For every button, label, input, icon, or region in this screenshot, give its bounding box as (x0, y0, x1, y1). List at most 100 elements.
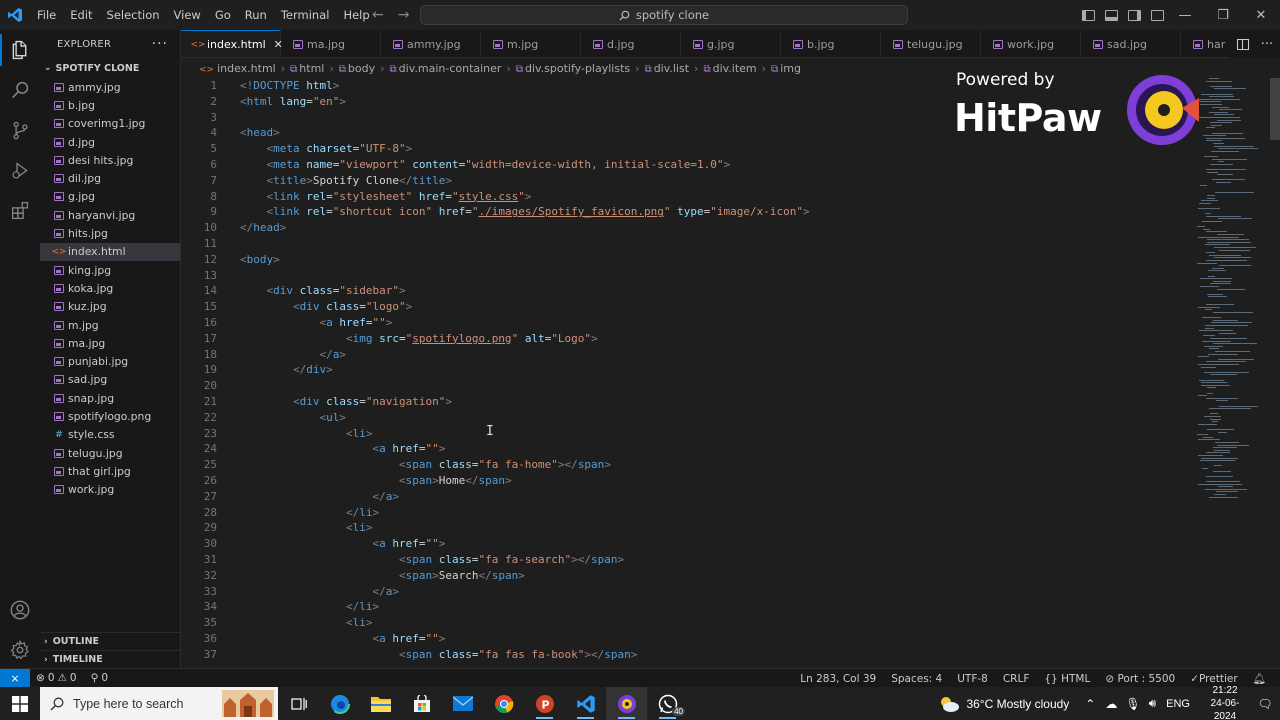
file-item[interactable]: work.jpg (40, 481, 180, 499)
live-server-port[interactable]: ⊘ Port : 5500 (1105, 673, 1175, 685)
file-item[interactable]: coverimg1.jpg (40, 115, 180, 133)
toggle-secondary-sidebar-icon[interactable] (1128, 9, 1141, 21)
breadcrumb-item[interactable]: ⧉ html (290, 62, 324, 75)
taskbar-search-input[interactable]: Type here to search (40, 687, 278, 720)
file-item[interactable]: sad.jpg (40, 371, 180, 389)
file-item[interactable]: d.jpg (40, 133, 180, 151)
menu-edit[interactable]: Edit (63, 0, 99, 30)
explorer-icon[interactable] (0, 30, 40, 70)
line-ending[interactable]: CRLF (1003, 673, 1030, 685)
close-window-icon[interactable]: ✕ (1242, 0, 1280, 30)
weather-widget[interactable]: 36°C Mostly cloudy (938, 695, 1069, 713)
split-editor-icon[interactable] (1236, 38, 1249, 50)
file-item[interactable]: # style.css (40, 426, 180, 444)
file-item[interactable]: ma.jpg (40, 334, 180, 352)
editor-scrollbar[interactable] (1268, 78, 1280, 668)
minimize-icon[interactable]: — (1166, 0, 1204, 30)
editor-tab[interactable]: ammy.jpg (381, 30, 481, 57)
mail-icon[interactable] (442, 687, 483, 720)
timeline-section[interactable]: › TIMELINE (40, 650, 181, 668)
whatsapp-icon[interactable]: 40 (647, 687, 688, 720)
editor-tab[interactable]: m.jpg (481, 30, 581, 57)
editor-tab[interactable]: b.jpg (781, 30, 881, 57)
run-debug-icon[interactable] (0, 150, 40, 190)
search-icon[interactable] (0, 70, 40, 110)
breadcrumb-item[interactable]: ⧉ body (339, 62, 375, 75)
back-arrow-icon[interactable]: ← (372, 7, 384, 23)
folder-root[interactable]: ⌄ SPOTIFY CLONE (40, 58, 180, 78)
file-explorer-icon[interactable] (360, 687, 401, 720)
file-item[interactable]: b.jpg (40, 96, 180, 114)
account-icon[interactable] (0, 590, 40, 630)
file-item[interactable]: hits.jpg (40, 224, 180, 242)
editor-tab[interactable]: work.jpg (981, 30, 1081, 57)
file-item[interactable]: dil.jpg (40, 169, 180, 187)
more-actions-icon[interactable]: ··· (152, 36, 168, 52)
show-hidden-icons-icon[interactable]: ⌃ (1085, 697, 1095, 711)
file-item[interactable]: spotifylogo.png (40, 407, 180, 425)
prettier-status[interactable]: ✓Prettier (1190, 673, 1237, 685)
file-item[interactable]: g.jpg (40, 188, 180, 206)
file-item[interactable]: snap.jpg (40, 389, 180, 407)
file-item[interactable]: <> index.html (40, 242, 180, 261)
scrollbar-thumb[interactable] (1270, 78, 1280, 140)
language-indicator[interactable]: ENG (1166, 698, 1190, 710)
editor-tab[interactable]: g.jpg (681, 30, 781, 57)
toggle-panel-icon[interactable] (1105, 9, 1118, 21)
breadcrumb-item[interactable]: ⧉ img (771, 62, 801, 75)
problems-status[interactable]: ⊗ 0 ⚠ 0 (36, 672, 77, 684)
editor-tab[interactable]: telugu.jpg (881, 30, 981, 57)
source-control-icon[interactable] (0, 110, 40, 150)
file-item[interactable]: haryanvi.jpg (40, 206, 180, 224)
menu-selection[interactable]: Selection (100, 0, 167, 30)
clock[interactable]: 21:22 24-06-2024 (1200, 684, 1250, 720)
file-item[interactable]: telugu.jpg (40, 444, 180, 462)
hitpaw-taskbar-icon[interactable] (606, 687, 647, 720)
notifications-icon[interactable]: 🗨︎ (1250, 697, 1280, 711)
remote-indicator-icon[interactable]: ⨯ (0, 668, 30, 688)
file-item[interactable]: that girl.jpg (40, 462, 180, 480)
file-item[interactable]: king.jpg (40, 261, 180, 279)
vscode-taskbar-icon[interactable] (565, 687, 606, 720)
menu-go[interactable]: Go (208, 0, 238, 30)
chrome-icon[interactable] (483, 687, 524, 720)
more-actions-icon[interactable]: ··· (1261, 37, 1273, 52)
vscode-logo-icon[interactable] (0, 0, 30, 30)
windows-start-icon[interactable] (0, 687, 40, 720)
notifications-bell-icon[interactable]: 🔔︎ (1253, 672, 1266, 685)
menu-terminal[interactable]: Terminal (274, 0, 337, 30)
powerpoint-icon[interactable]: P (524, 687, 565, 720)
volume-icon[interactable]: 🔊︎ (1149, 696, 1157, 711)
editor-tab[interactable]: d.jpg (581, 30, 681, 57)
command-center-search[interactable]: spotify clone (420, 5, 908, 25)
menu-help[interactable]: Help (336, 0, 376, 30)
toggle-primary-sidebar-icon[interactable] (1082, 9, 1095, 21)
microphone-icon[interactable]: 🎙︎ (1125, 697, 1140, 711)
encoding[interactable]: UTF-8 (957, 673, 988, 685)
breadcrumb-item[interactable]: ⧉ div.spotify-playlists (516, 62, 630, 75)
ports-status[interactable]: ⚲ 0 (91, 672, 108, 684)
file-item[interactable]: kuz.jpg (40, 298, 180, 316)
minimap[interactable] (1190, 78, 1268, 498)
file-item[interactable]: ammy.jpg (40, 78, 180, 96)
microsoft-store-icon[interactable] (401, 687, 442, 720)
customize-layout-icon[interactable] (1151, 9, 1164, 21)
editor-tab[interactable]: <> index.html ✕ (181, 30, 283, 57)
file-item[interactable]: punjabi.jpg (40, 352, 180, 370)
outline-section[interactable]: › OUTLINE (40, 632, 181, 650)
breadcrumb-item[interactable]: ⧉ div.item (703, 62, 756, 75)
menu-view[interactable]: View (167, 0, 208, 30)
forward-arrow-icon[interactable]: → (398, 7, 410, 23)
file-item[interactable]: m.jpg (40, 316, 180, 334)
breadcrumb-item[interactable]: ⧉ div.list (645, 62, 690, 75)
breadcrumb-item[interactable]: <> index.html (199, 62, 276, 75)
breadcrumb-item[interactable]: ⧉ div.main-container (390, 62, 502, 75)
extensions-icon[interactable] (0, 190, 40, 230)
menu-file[interactable]: File (30, 0, 63, 30)
settings-gear-icon[interactable] (0, 630, 40, 670)
editor-tab[interactable]: sad.jpg (1081, 30, 1181, 57)
file-item[interactable]: koka.jpg (40, 279, 180, 297)
language-mode[interactable]: {} HTML (1044, 673, 1090, 685)
onedrive-cloud-icon[interactable]: ☁ (1105, 697, 1117, 711)
task-view-icon[interactable] (278, 687, 319, 720)
